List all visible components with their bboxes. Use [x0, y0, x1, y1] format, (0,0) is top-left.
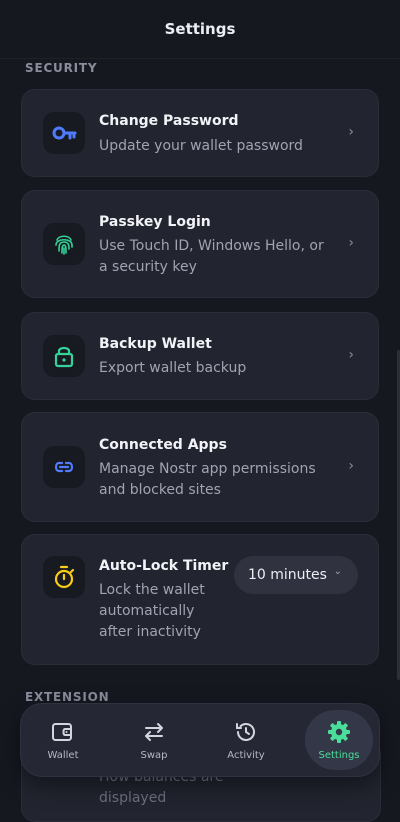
nav-item-activity[interactable]: Activity: [212, 710, 280, 770]
chevron-right-icon: ›: [348, 347, 354, 363]
backup-wallet-item[interactable]: Backup Wallet Export wallet backup ›: [21, 312, 379, 400]
swap-icon: [142, 720, 166, 744]
bottom-nav: Wallet Swap Activity Settings: [20, 703, 380, 777]
fingerprint-icon: [43, 223, 85, 265]
nav-item-swap[interactable]: Swap: [120, 710, 188, 770]
item-description: Export wallet backup: [99, 360, 247, 376]
auto-lock-select-value: 10 minutes: [248, 567, 327, 583]
connected-apps-item[interactable]: Connected Apps Manage Nostr app permissi…: [21, 412, 379, 522]
auto-lock-timer-item: Auto-Lock Timer Lock the wallet automati…: [21, 534, 379, 665]
page-title: Settings: [164, 20, 236, 38]
wallet-icon: [51, 720, 75, 744]
item-description: Lock the wallet automatically after inac…: [99, 582, 205, 640]
chevron-right-icon: ›: [348, 124, 354, 140]
nav-label-swap: Swap: [140, 750, 168, 761]
item-title: Change Password: [99, 113, 239, 129]
item-title: Connected Apps: [99, 437, 227, 453]
chevron-down-icon: ⌄: [333, 566, 342, 577]
nav-item-wallet[interactable]: Wallet: [29, 710, 97, 770]
nav-label-activity: Activity: [227, 750, 265, 761]
change-password-item[interactable]: Change Password Update your wallet passw…: [21, 89, 379, 177]
timer-icon: [43, 556, 85, 598]
lock-icon: [43, 335, 85, 377]
nav-item-settings[interactable]: Settings: [305, 710, 373, 770]
gear-icon: [327, 720, 351, 744]
auto-lock-select[interactable]: 10 minutes ⌄: [234, 556, 358, 594]
key-icon: [43, 112, 85, 154]
item-description: Update your wallet password: [99, 138, 303, 154]
nav-label-settings: Settings: [318, 750, 360, 761]
link-icon: [43, 446, 85, 488]
item-title: Auto-Lock Timer: [99, 558, 229, 574]
app-header: Settings: [0, 0, 400, 59]
item-description: Manage Nostr app permissions and blocked…: [99, 461, 316, 498]
section-label-security: SECURITY: [25, 61, 98, 75]
chevron-right-icon: ›: [348, 458, 354, 474]
passkey-login-item[interactable]: Passkey Login Use Touch ID, Windows Hell…: [21, 190, 379, 298]
nav-label-wallet: Wallet: [47, 750, 79, 761]
history-icon: [234, 720, 258, 744]
item-title: Backup Wallet: [99, 336, 212, 352]
section-label-extension: EXTENSION: [25, 690, 110, 704]
item-description: Use Touch ID, Windows Hello, or a securi…: [99, 238, 324, 275]
item-title: Passkey Login: [99, 214, 211, 230]
chevron-right-icon: ›: [348, 235, 354, 251]
